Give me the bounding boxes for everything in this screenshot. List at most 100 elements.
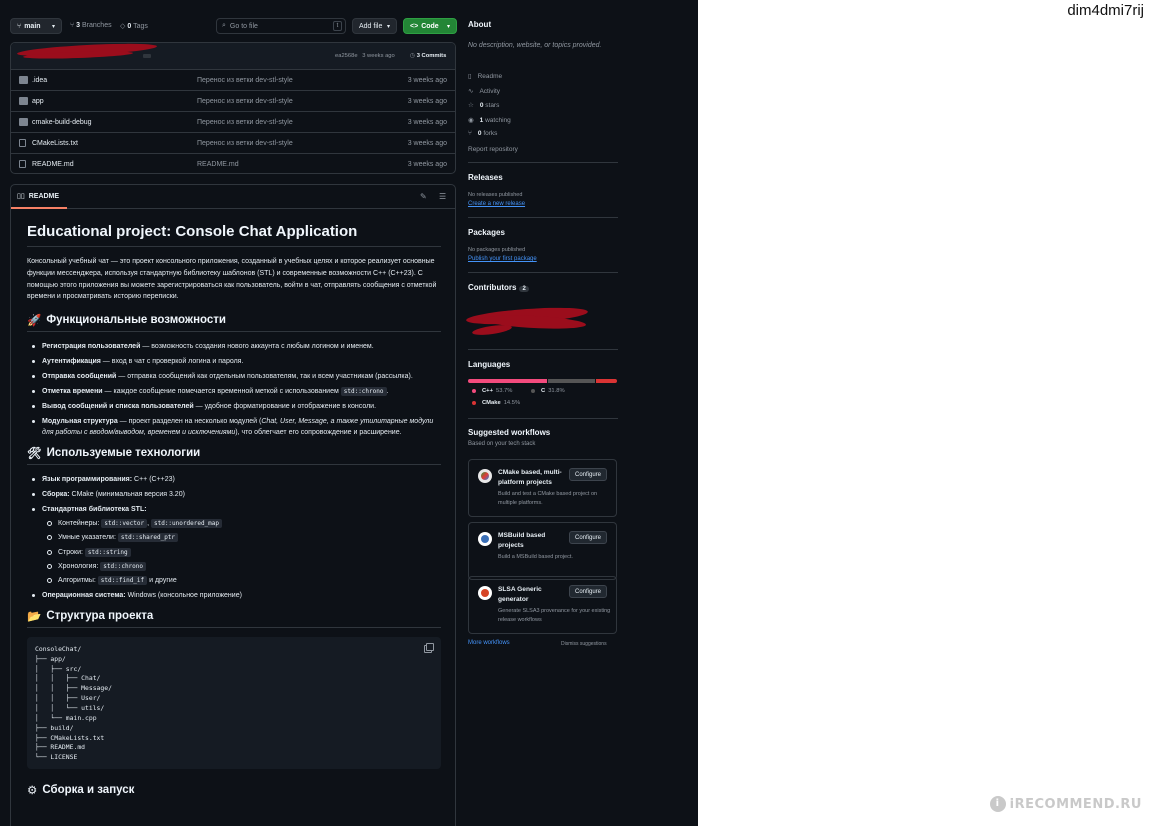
github-repo-page: ⑂ main ▾ ⑂ 3 Branches ◇ 0 Tags ⌕ Go to f… <box>0 0 698 826</box>
file-name[interactable]: .idea <box>32 77 47 84</box>
workflow-title: MSBuild based projects <box>498 532 546 549</box>
language-name: C++ <box>482 388 493 394</box>
tech-os-value: Windows (консольное приложение) <box>125 591 242 599</box>
feature-title: Отправка сообщений <box>42 373 117 381</box>
configure-button[interactable]: Configure <box>568 468 607 481</box>
book-icon: ▯ <box>468 73 472 80</box>
list-item: Операционная система: Windows (консольно… <box>27 590 441 601</box>
stl-sublist: Контейнеры: std::vector, std::unordered_… <box>42 518 441 586</box>
language-dot-icon <box>472 401 476 405</box>
file-icon <box>19 139 26 147</box>
report-repository-link[interactable]: Report repository <box>468 146 518 153</box>
table-row[interactable]: .idea Перенос из ветки dev-stl-style 3 wee… <box>11 70 455 91</box>
list-item: Алгоритмы: std::find_if и другие <box>42 575 441 586</box>
list-item: Сборка: CMake (минимальная версия 3.20) <box>27 489 441 500</box>
tech-heading-text: Используемые технологии <box>46 447 201 460</box>
releases-heading[interactable]: Releases <box>468 173 503 182</box>
copy-icon[interactable] <box>424 642 434 653</box>
commit-hash[interactable]: ea2568e <box>335 53 358 59</box>
go-to-file-input[interactable]: ⌕ Go to file t <box>216 18 346 34</box>
commit-message[interactable]: Перенос из ветки dev-stl-style <box>197 140 293 147</box>
branch-count-icon: ⑂ <box>70 22 75 29</box>
file-name[interactable]: cmake-build-debug <box>32 119 92 126</box>
add-file-button[interactable]: Add file ▾ <box>352 18 397 34</box>
list-item: Аутентификация — вход в чат с проверкой … <box>27 356 441 367</box>
create-release-link[interactable]: Create a new release <box>468 201 525 207</box>
add-file-label: Add file <box>359 22 383 30</box>
activity-link[interactable]: ∿ Activity <box>468 87 500 96</box>
table-row[interactable]: cmake-build-debug Перенос из ветки dev-st… <box>11 112 455 133</box>
about-description: No description, website, or topics provi… <box>468 42 602 49</box>
table-row[interactable]: app Перенос из ветки dev-stl-style 3 weeks… <box>11 91 455 112</box>
branch-selector[interactable]: ⑂ main ▾ <box>10 18 62 34</box>
readme-tab[interactable]: ▯▯ README <box>17 192 60 201</box>
stl-label: Умные указатели: <box>58 534 118 542</box>
watching-link[interactable]: ◉ 1 watching <box>468 116 511 125</box>
more-workflows-link[interactable]: More workflows <box>468 640 510 646</box>
language-item[interactable]: C 31.8% <box>531 388 565 394</box>
packages-heading[interactable]: Packages <box>468 228 505 237</box>
list-item: Отправка сообщений — отправка сообщений … <box>27 371 441 382</box>
branches-label: Branches <box>82 22 112 29</box>
commit-age: 3 weeks ago <box>407 119 447 126</box>
commit-ellipsis[interactable] <box>143 54 151 58</box>
stl-label: Контейнеры: <box>58 520 102 528</box>
inline-code: std::vector <box>101 519 148 529</box>
structure-heading-text: Структура проекта <box>46 609 154 622</box>
configure-button[interactable]: Configure <box>568 531 607 544</box>
pencil-icon[interactable]: ✎ <box>420 192 427 201</box>
list-item: Отметка времени — каждое сообщение помеч… <box>27 386 441 397</box>
inline-code: std::chrono <box>340 387 387 397</box>
workflow-description: Build and test a CMake based project on … <box>498 491 598 506</box>
commit-message[interactable]: Перенос из ветки dev-stl-style <box>197 77 293 84</box>
watermark: i iRECOMMEND.RU <box>989 796 1142 812</box>
file-name[interactable]: README.md <box>32 161 74 168</box>
readme-tab-label: README <box>28 192 60 200</box>
slsa-icon <box>478 586 492 600</box>
tech-lang-value: C++ (C++23) <box>132 476 175 484</box>
configure-button[interactable]: Configure <box>568 585 607 598</box>
workflow-card: SLSA Generic generator Generate SLSA3 pro… <box>468 576 617 634</box>
code-button[interactable]: <> Code ▾ <box>403 18 457 34</box>
code-label: Code <box>421 22 439 30</box>
workflow-card: CMake based, multi-platform projects Buil… <box>468 459 617 517</box>
readme-link[interactable]: ▯ Readme <box>468 72 502 81</box>
contributors-heading[interactable]: Contributors 2 <box>468 283 529 292</box>
language-item[interactable]: CMake 14.5% <box>472 400 520 406</box>
commit-message[interactable]: Перенос из ветки dev-stl-style <box>197 98 293 105</box>
table-row[interactable]: CMakeLists.txt Перенос из ветки dev-stl-s… <box>11 133 455 154</box>
msbuild-icon <box>478 532 492 546</box>
commits-label: 3 Commits <box>416 53 447 59</box>
publish-package-link[interactable]: Publish your first package <box>468 256 537 262</box>
table-row[interactable]: README.md README.md 3 weeks ago <box>11 154 455 173</box>
outline-list-icon[interactable]: ☰ <box>439 192 446 201</box>
features-heading: 🚀 Функциональные возможности <box>27 313 441 333</box>
tags-link[interactable]: ◇ 0 Tags <box>120 22 148 30</box>
stl-label: Строки: <box>58 548 85 556</box>
dismiss-suggestions-link[interactable]: Dismiss suggestions <box>561 641 607 647</box>
commits-link[interactable]: ◷ 3 Commits <box>410 53 446 59</box>
search-icon: ⌕ <box>222 22 226 29</box>
list-item: Вывод сообщений и списка пользователей —… <box>27 401 441 412</box>
commit-message[interactable]: Перенос из ветки dev-stl-style <box>197 119 293 126</box>
stars-link[interactable]: ☆ 0 stars <box>468 101 499 110</box>
feature-text-after: . <box>386 388 389 396</box>
tech-list: Язык программирования: C++ (C++23) Сборк… <box>27 474 441 601</box>
branches-link[interactable]: ⑂ 3 Branches <box>70 22 112 29</box>
forks-link[interactable]: ⑂ 0 forks <box>468 130 497 137</box>
file-name[interactable]: CMakeLists.txt <box>32 140 78 147</box>
language-percent: 14.5% <box>503 400 521 406</box>
branch-icon: ⑂ <box>17 22 22 30</box>
feature-text: — проект разделен на несколько модулей ( <box>117 418 262 426</box>
file-name[interactable]: app <box>32 98 44 105</box>
divider <box>468 418 618 419</box>
contributors-heading-text: Contributors <box>468 283 517 292</box>
list-item: Умные указатели: std::shared_ptr <box>42 532 441 543</box>
commit-message[interactable]: README.md <box>197 161 239 168</box>
inline-code: std::shared_ptr <box>117 533 179 543</box>
languages-bar <box>468 379 617 383</box>
msbuild-icon-glyph <box>481 535 489 543</box>
language-item[interactable]: C++ 53.7% <box>472 388 512 394</box>
build-heading-text: Сборка и запуск <box>42 783 135 796</box>
file-browser: ea2568e 3 weeks ago ◷ 3 Commits .idea Пер… <box>10 42 456 174</box>
